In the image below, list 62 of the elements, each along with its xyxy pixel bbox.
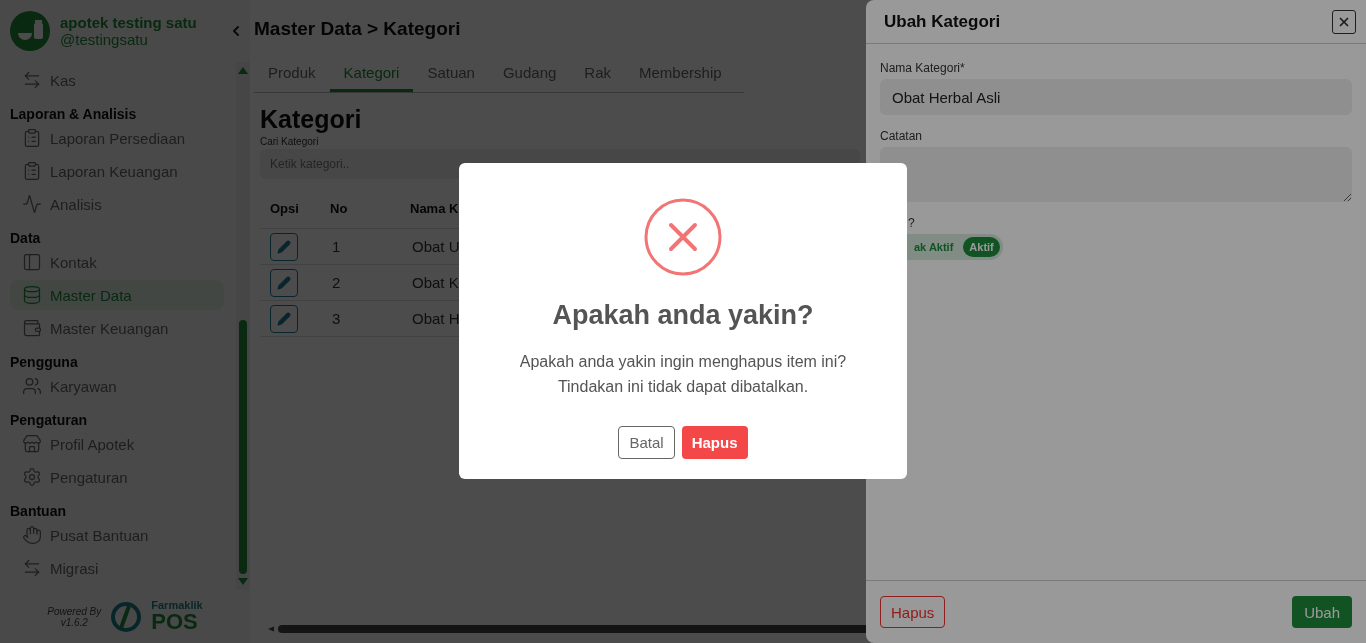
column-header: Opsi xyxy=(270,201,299,216)
status-option[interactable]: Aktif xyxy=(963,237,1000,257)
sidebar-item-icon xyxy=(22,525,42,545)
drawer-title: Ubah Kategori xyxy=(884,11,1001,32)
sidebar-item-icon xyxy=(22,467,42,487)
sidebar-item-icon xyxy=(22,194,42,214)
sidebar-item-icon xyxy=(22,376,42,396)
status-option[interactable]: ak Aktif xyxy=(908,237,960,257)
logo-product: POS xyxy=(151,611,199,633)
section-title: Laporan & Analisis xyxy=(10,105,138,122)
delete-button[interactable]: Hapus xyxy=(880,596,946,628)
edit-button[interactable] xyxy=(270,232,298,261)
pencil-icon xyxy=(277,311,291,326)
table-cell-text: Obat U xyxy=(411,238,460,255)
scroll-left-icon[interactable] xyxy=(268,625,274,633)
sidebar-item-icon xyxy=(22,128,42,148)
sidebar-item-icon xyxy=(22,161,42,181)
sidebar-item-icon xyxy=(22,70,42,90)
table-cell-text: 2 xyxy=(331,274,341,291)
pencil-icon xyxy=(277,239,291,254)
sidebar-item-icon xyxy=(22,252,42,272)
scroll-down-icon[interactable] xyxy=(238,578,248,586)
sidebar-item-icon xyxy=(22,318,42,338)
logo-name: Farmaklik xyxy=(151,600,203,611)
column-header: No xyxy=(330,201,348,216)
tab[interactable]: Kategori xyxy=(329,58,414,92)
name-field[interactable]: Obat Herbal Asli xyxy=(880,79,1352,115)
field-label: Nama Kategori* xyxy=(880,61,966,75)
section-title: Pengaturan xyxy=(10,411,88,428)
close-button[interactable] xyxy=(1332,9,1356,34)
scroll-up-icon[interactable] xyxy=(238,66,248,74)
breadcrumb: Master Data > Kategori xyxy=(254,17,461,41)
sidebar-item-icon xyxy=(22,558,42,578)
field-label: ? xyxy=(907,216,916,230)
section-title: Pengguna xyxy=(10,353,79,370)
sidebar-item-icon xyxy=(22,285,42,305)
note-field[interactable] xyxy=(880,147,1352,202)
section-title: Data xyxy=(10,229,42,246)
pharmacy-handle: @testingsatu xyxy=(60,31,149,48)
edit-button[interactable] xyxy=(270,304,298,333)
dialog-title: Apakah anda yakin? xyxy=(552,300,814,331)
page-heading: Kategori xyxy=(260,105,363,134)
edit-button[interactable] xyxy=(270,268,298,297)
save-button[interactable]: Ubah xyxy=(1292,596,1352,628)
error-icon xyxy=(644,198,722,276)
dialog-message: Apakah anda yakin ingin menghapus item ini? Tindakan ini tidak dapat dibatalkan. xyxy=(519,352,847,397)
section-title: Bantuan xyxy=(10,502,67,519)
brand-logo-icon xyxy=(10,11,50,51)
cancel-button[interactable]: Batal xyxy=(618,426,675,459)
table-cell-text: Obat H xyxy=(411,310,460,327)
pencil-icon xyxy=(277,275,291,290)
pharmacy-name: apotek testing satu xyxy=(60,14,198,31)
table-cell-text: 3 xyxy=(331,310,341,327)
sidebar-item[interactable]: Master Data xyxy=(10,280,224,310)
field-label: Catatan xyxy=(880,129,924,143)
delete-button[interactable]: Hapus xyxy=(681,426,748,459)
logo-icon xyxy=(111,601,142,632)
table-cell-text: Obat K xyxy=(411,274,459,291)
column-header: Nama K xyxy=(410,201,459,216)
table-cell-text: 1 xyxy=(331,238,341,255)
search-label: Cari Kategori xyxy=(260,136,320,147)
sidebar-item-icon xyxy=(22,434,42,454)
